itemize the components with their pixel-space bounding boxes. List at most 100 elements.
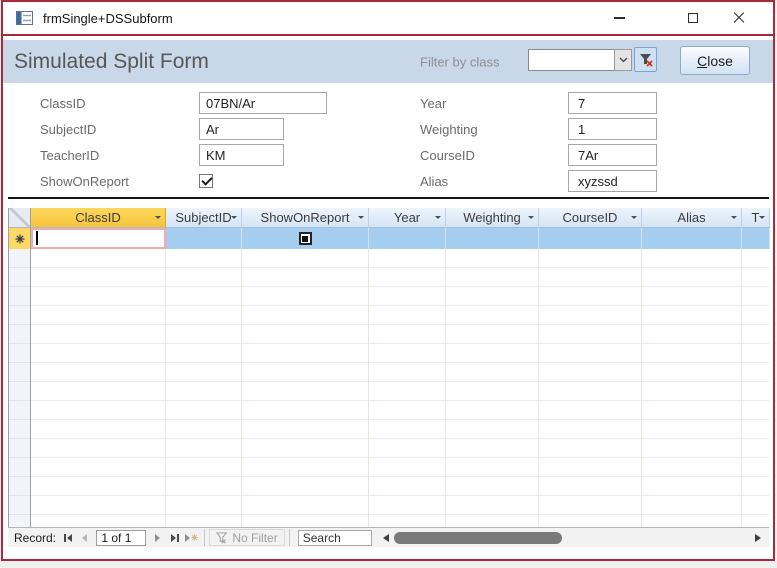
form-field-weighting: Weighting (420, 118, 657, 140)
new-row-cell-alias[interactable] (642, 228, 742, 249)
horizontal-scrollbar[interactable] (383, 529, 761, 546)
field-label: ClassID (40, 95, 86, 111)
filter-combobox-input[interactable] (528, 49, 614, 71)
search-input[interactable] (297, 529, 372, 546)
no-filter-button[interactable]: No Filter (209, 529, 285, 546)
new-row-cell-subjectid[interactable] (166, 228, 242, 249)
gridline (445, 249, 446, 527)
column-dropdown-icon[interactable] (358, 216, 364, 222)
form-left-column: ClassID SubjectID TeacherID ShowOnReport (40, 92, 327, 196)
teacherid-input[interactable] (199, 144, 284, 166)
titlebar: frmSingle+DSSubform (3, 2, 773, 34)
datasheet-empty-area[interactable] (9, 249, 769, 527)
field-label: SubjectID (40, 121, 97, 137)
record-navigation-bar: Record: 1 of 1 No Filter (8, 527, 769, 547)
form-field-classid: ClassID (40, 92, 327, 114)
new-row-cell-year[interactable] (369, 228, 446, 249)
new-record-icon (15, 234, 24, 243)
column-dropdown-icon[interactable] (631, 216, 637, 222)
form-field-subjectid: SubjectID (40, 118, 327, 140)
maximize-icon (688, 13, 698, 23)
field-label: TeacherID (40, 147, 100, 163)
close-form-button[interactable]: Close (680, 46, 750, 75)
gridline (165, 249, 166, 527)
field-label: ShowOnReport (40, 173, 129, 189)
column-header-year[interactable]: Year (369, 208, 446, 228)
gridline (368, 249, 369, 527)
classid-input[interactable] (199, 92, 327, 114)
column-header-alias[interactable]: Alias (642, 208, 742, 228)
close-window-button[interactable] (731, 2, 747, 34)
new-row-cell-weighting[interactable] (446, 228, 539, 249)
gridline (241, 249, 242, 527)
minimize-icon (613, 17, 625, 19)
gridline (641, 249, 642, 527)
new-record-button[interactable] (183, 530, 200, 546)
window-title: frmSingle+DSSubform (43, 10, 173, 26)
form-field-year: Year (420, 92, 657, 114)
datasheet-new-row (9, 228, 770, 249)
form-icon (16, 11, 33, 25)
access-form-window: frmSingle+DSSubform Simulated Split Form… (1, 0, 775, 561)
form-field-alias: Alias (420, 170, 657, 192)
column-label: ShowOnReport (260, 210, 350, 225)
column-header-classid[interactable]: ClassID (31, 208, 166, 228)
column-header-subjectid[interactable]: SubjectID (166, 208, 242, 228)
scrollbar-track[interactable] (392, 531, 752, 545)
datasheet-checkbox[interactable] (298, 232, 312, 245)
column-dropdown-icon[interactable] (231, 216, 237, 222)
maximize-button[interactable] (685, 2, 701, 34)
minimize-button[interactable] (611, 2, 627, 34)
last-record-button[interactable] (166, 530, 183, 546)
column-label: Weighting (463, 210, 521, 225)
column-label: ClassID (75, 210, 121, 225)
new-row-cell-t[interactable] (742, 228, 770, 249)
record-selector-column (9, 249, 31, 527)
column-label: SubjectID (175, 210, 232, 225)
year-input[interactable] (568, 92, 657, 114)
next-record-button[interactable] (149, 530, 166, 546)
gridline (538, 249, 539, 527)
no-filter-icon (216, 531, 228, 544)
field-label: Year (420, 95, 447, 111)
first-record-button[interactable] (59, 530, 76, 546)
divider (204, 529, 206, 546)
showonreport-checkbox[interactable] (199, 174, 213, 188)
column-dropdown-icon[interactable] (528, 216, 534, 222)
filter-combobox[interactable] (528, 49, 632, 71)
new-row-cell-classid[interactable] (31, 228, 166, 249)
scrollbar-thumb[interactable] (394, 531, 562, 544)
column-dropdown-icon[interactable] (155, 216, 161, 222)
previous-record-button[interactable] (76, 530, 93, 546)
clear-filter-icon (639, 53, 653, 67)
form-field-showonreport: ShowOnReport (40, 170, 327, 192)
form-detail-section: ClassID SubjectID TeacherID ShowOnReport Y… (3, 83, 773, 197)
column-header-courseid[interactable]: CourseID (539, 208, 642, 228)
close-icon (733, 12, 745, 24)
select-all-cell[interactable] (9, 208, 31, 228)
scroll-right-arrow[interactable] (755, 533, 761, 542)
column-header-weighting[interactable]: Weighting (446, 208, 539, 228)
column-dropdown-icon[interactable] (731, 216, 737, 222)
subjectid-input[interactable] (199, 118, 284, 140)
column-dropdown-icon[interactable] (759, 216, 765, 222)
combobox-dropdown-button[interactable] (614, 49, 632, 71)
column-header-showonreport[interactable]: ShowOnReport (242, 208, 369, 228)
weighting-input[interactable] (568, 118, 657, 140)
new-row-cell-courseid[interactable] (539, 228, 642, 249)
form-field-courseid: CourseID (420, 144, 657, 166)
column-header-t[interactable]: T (742, 208, 770, 228)
alias-input[interactable] (568, 170, 657, 192)
column-label: Alias (677, 210, 706, 225)
page-title: Simulated Split Form (14, 49, 209, 73)
clear-filter-button[interactable] (634, 47, 657, 72)
record-position-box[interactable]: 1 of 1 (96, 529, 147, 546)
column-dropdown-icon[interactable] (435, 216, 441, 222)
form-right-column: Year Weighting CourseID Alias (420, 92, 657, 196)
datasheet-header-row: ClassID SubjectID ShowOnReport Year Weightin… (9, 208, 770, 228)
new-record-selector[interactable] (9, 228, 31, 249)
new-row-cell-showonreport[interactable] (242, 228, 369, 249)
new-record-star-icon (191, 534, 199, 541)
scroll-left-arrow[interactable] (383, 533, 389, 542)
courseid-input[interactable] (568, 144, 657, 166)
